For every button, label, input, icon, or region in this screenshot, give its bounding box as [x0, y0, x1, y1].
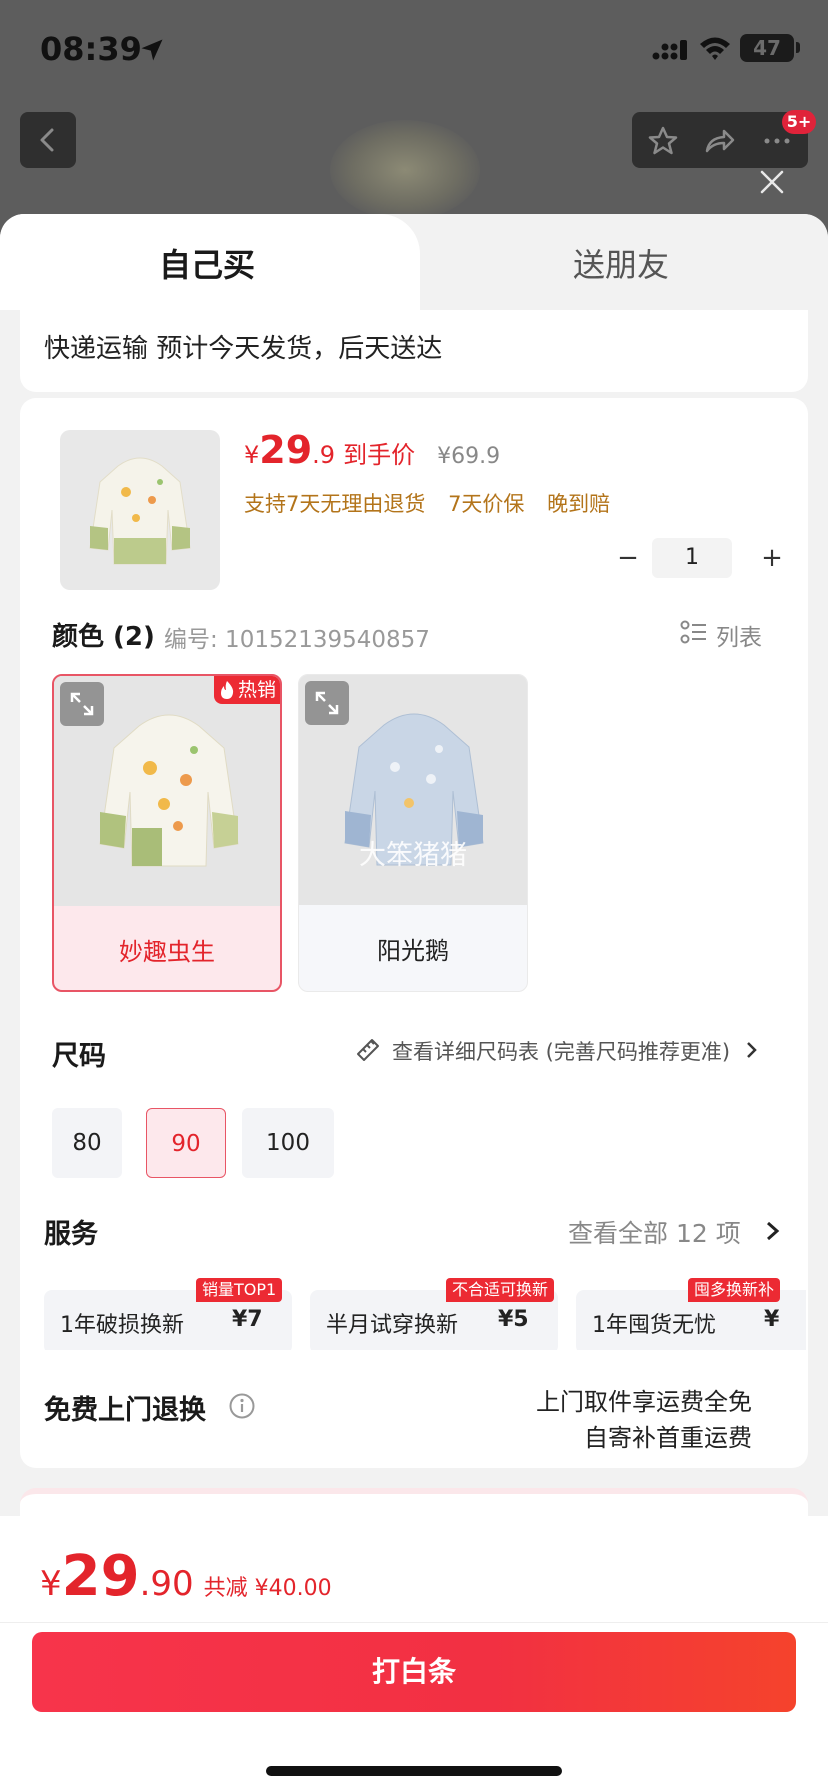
service-name: 半月试穿换新 [326, 1313, 459, 1338]
service-tag: 不合适可换新 [446, 1278, 555, 1302]
free-return-line-1: 上门取件享运费全免 [536, 1388, 752, 1416]
size-option-90[interactable]: 90 [146, 1108, 226, 1178]
info-icon[interactable] [228, 1392, 256, 1420]
service-tag: 销量TOP1 [196, 1278, 283, 1302]
star-icon[interactable] [646, 124, 680, 158]
size-option-100[interactable]: 100 [242, 1108, 334, 1178]
size-section-title: 尺码 [52, 1041, 106, 1072]
hot-sale-label: 热销 [238, 679, 277, 701]
close-icon[interactable] [758, 168, 786, 196]
image-watermark: 大笨猪猪 [359, 840, 467, 871]
ruler-icon [357, 1039, 379, 1061]
promise-item: 7天价保 [448, 492, 525, 516]
view-all-count: 12 [676, 1219, 708, 1248]
price-decimal: .9 [312, 441, 336, 469]
service-promises: 支持7天无理由退货 7天价保 晚到赔 [244, 488, 626, 518]
chevron-right-icon [766, 1221, 780, 1241]
shipping-estimate: 快递运输 预计今天发货，后天送达 [44, 334, 443, 364]
services-section-title: 服务 [44, 1219, 98, 1250]
location-arrow-icon [141, 39, 163, 61]
total-saving: 共减 ¥40.00 [203, 1576, 332, 1601]
expand-icon [315, 691, 339, 715]
status-time: 08:39 [40, 30, 142, 68]
total-price: ¥29.90 共减 ¥40.00 [40, 1544, 332, 1609]
notification-badge: 5+ [782, 110, 816, 134]
jacket-illustration [89, 457, 191, 565]
quantity-increase-button[interactable]: + [754, 538, 790, 578]
view-all-services-link[interactable]: 查看全部 12 项 [568, 1214, 781, 1250]
share-icon[interactable] [702, 124, 736, 158]
pay-with-baitiao-button[interactable]: 打白条 [32, 1632, 796, 1712]
shipping-card: 快递运输 预计今天发货，后天送达 [20, 310, 808, 392]
size-chart-link[interactable]: 查看详细尺码表 (完善尺码推荐更准) [354, 1036, 759, 1066]
services-carousel[interactable]: 1年破损换新 ¥7 销量TOP1 半月试穿换新 ¥5 不合适可换新 1年囤货无忧… [44, 1278, 806, 1350]
list-view-label: 列表 [716, 625, 762, 651]
tab-gift-to-friend[interactable]: 送朋友 [414, 240, 828, 286]
back-button[interactable] [20, 112, 76, 168]
promise-item: 晚到赔 [547, 492, 611, 516]
cellular-signal-icon [652, 40, 687, 60]
price-integer: 29 [259, 428, 313, 472]
battery-level: 47 [740, 34, 794, 62]
status-bar: 08:39 47 [0, 0, 828, 100]
size-chart-label: 查看详细尺码表 (完善尺码推荐更准) [392, 1040, 731, 1064]
wifi-icon [700, 37, 730, 60]
color-option-label: 阳光鹅 [377, 937, 449, 965]
purchase-tabs: 自己买 送朋友 [0, 214, 828, 310]
flame-icon [221, 681, 234, 699]
promise-item: 支持7天无理由退货 [244, 492, 426, 516]
total-currency: ¥ [40, 1564, 62, 1604]
battery-tip [796, 42, 800, 53]
home-indicator[interactable] [266, 1766, 562, 1776]
service-price: ¥5 [498, 1307, 529, 1332]
sku-number: 编号: 10152139540857 [164, 627, 430, 653]
service-price: ¥ [764, 1307, 780, 1332]
hot-sale-badge: 热销 [214, 676, 280, 704]
service-price: ¥7 [232, 1307, 263, 1332]
size-option-80[interactable]: 80 [52, 1108, 122, 1178]
color-option[interactable]: 大笨猪猪 阳光鹅 [298, 674, 528, 992]
color-option-selected[interactable]: 热销 妙趣虫生 [52, 674, 282, 992]
quantity-stepper: − 1 + [610, 538, 790, 578]
view-all-suffix: 项 [715, 1219, 741, 1248]
tab-buy-for-self-label: 自己买 [158, 246, 255, 284]
expand-image-button[interactable] [305, 681, 349, 725]
quantity-decrease-button[interactable]: − [610, 538, 646, 578]
divider [0, 1622, 828, 1623]
unit-price: ¥29.9 到手价 ¥69.9 [244, 428, 500, 478]
color-section-title: 颜色 (2) [52, 622, 155, 652]
free-return-title: 免费上门退换 [44, 1395, 206, 1426]
expand-icon [70, 692, 94, 716]
service-tag: 囤多换新补 [688, 1278, 781, 1302]
list-icon [680, 620, 706, 644]
price-tag: 到手价 [343, 441, 416, 469]
total-integer: 29 [61, 1544, 140, 1609]
chevron-left-icon [40, 128, 54, 152]
view-all-prefix: 查看全部 [568, 1219, 669, 1248]
service-name: 1年囤货无忧 [592, 1313, 716, 1338]
product-thumbnail[interactable] [60, 430, 220, 590]
product-hero-image [330, 120, 480, 220]
free-return-line-2: 自寄补首重运费 [584, 1424, 752, 1452]
service-name: 1年破损换新 [60, 1313, 184, 1338]
chevron-right-icon [746, 1042, 757, 1058]
expand-image-button[interactable] [60, 682, 104, 726]
original-price: ¥69.9 [437, 444, 501, 469]
color-option-label: 妙趣虫生 [119, 938, 215, 966]
price-currency: ¥ [244, 441, 260, 469]
list-view-toggle[interactable]: 列表 [680, 616, 790, 651]
product-options-card: ¥29.9 到手价 ¥69.9 支持7天无理由退货 7天价保 晚到赔 − 1 + 颜… [20, 398, 808, 1468]
quantity-input[interactable]: 1 [652, 538, 732, 578]
total-decimal: .90 [139, 1564, 194, 1604]
checkout-bar: ¥29.90 共减 ¥40.00 打白条 [0, 1516, 828, 1792]
